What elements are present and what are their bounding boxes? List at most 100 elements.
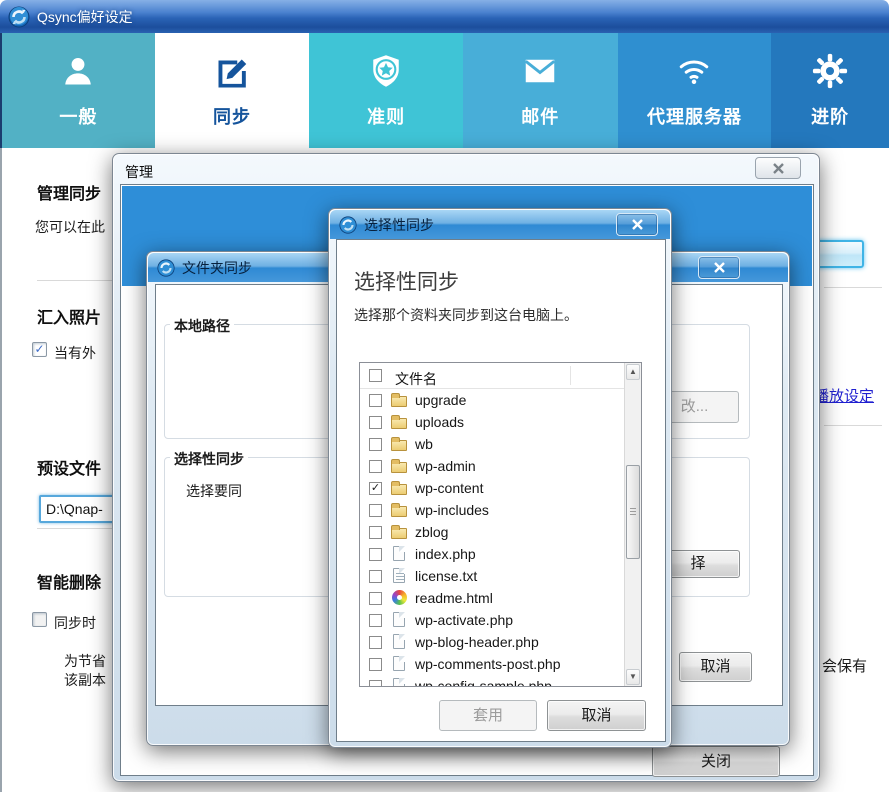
tab-sync[interactable]: 同步 — [155, 33, 310, 148]
list-item[interactable]: ✓ index.php — [360, 543, 624, 565]
row-checkbox[interactable]: ✓ — [369, 658, 382, 671]
tab-label: 邮件 — [521, 103, 559, 129]
folder-cancel-button[interactable]: 取消 — [679, 652, 752, 682]
file-name: wp-blog-header.php — [415, 634, 539, 650]
file-glyph — [393, 634, 405, 649]
list-item[interactable]: ✓ license.txt — [360, 565, 624, 587]
divider — [824, 425, 882, 426]
selective-sync-dialog: 选择性同步 选择性同步 选择那个资料夹同步到这台电脑上。 ✓ 文件名 ✓ upgr… — [328, 208, 672, 748]
scroll-up-icon[interactable]: ▲ — [626, 364, 640, 380]
note-line1: 为节省 — [64, 651, 106, 671]
file-name: license.txt — [415, 568, 477, 584]
list-item[interactable]: ✓ wp-config-sample.php — [360, 675, 624, 687]
list-item[interactable]: ✓wp-content — [360, 477, 624, 499]
column-divider — [570, 366, 571, 385]
tab-label: 进阶 — [811, 103, 849, 129]
selective-sync-title: 选择性同步 — [364, 215, 434, 235]
selective-sync-content: 选择性同步 选择那个资料夹同步到这台电脑上。 ✓ 文件名 ✓ upgrade ✓ up… — [336, 239, 666, 742]
row-checkbox[interactable]: ✓ — [369, 438, 382, 451]
txt-glyph — [393, 568, 405, 583]
list-item[interactable]: ✓wp-admin — [360, 455, 624, 477]
wifi-icon — [676, 53, 712, 89]
row-checkbox-checked[interactable]: ✓ — [369, 482, 382, 495]
tab-advanced[interactable]: 进阶 — [771, 33, 889, 148]
tab-general[interactable]: 一般 — [2, 33, 155, 148]
close-icon[interactable] — [616, 213, 658, 236]
list-item[interactable]: ✓ wp-blog-header.php — [360, 631, 624, 653]
default-folder-heading: 预设文件 — [37, 455, 101, 479]
playback-settings-link[interactable]: 播放设定 — [814, 385, 874, 406]
list-item[interactable]: ✓ uploads — [360, 411, 624, 433]
folder-glyph — [391, 418, 407, 429]
list-item[interactable]: ✓ wb — [360, 433, 624, 455]
folder-glyph — [391, 506, 407, 517]
list-item[interactable]: ✓ upgrade — [360, 389, 624, 411]
file-name: wp-includes — [415, 502, 489, 518]
list-item[interactable]: ✓readme.html — [360, 587, 624, 609]
import-photo-heading: 汇入照片 — [37, 304, 101, 328]
nav-tabs: 一般 同步 准则 邮件 代理服务器 — [0, 33, 889, 148]
row-checkbox[interactable]: ✓ — [369, 394, 382, 407]
apply-button[interactable]: 套用 — [439, 700, 537, 731]
tab-label: 准则 — [367, 103, 405, 129]
file-icon — [391, 634, 408, 650]
file-name: wb — [415, 436, 433, 452]
file-glyph — [393, 656, 405, 671]
file-name: wp-config-sample.php — [415, 678, 552, 687]
folder-icon — [391, 436, 408, 452]
folder-glyph — [391, 484, 407, 495]
mail-icon — [522, 53, 558, 89]
file-name: wp-activate.php — [415, 612, 513, 628]
row-checkbox[interactable]: ✓ — [369, 592, 382, 605]
compose-icon — [214, 53, 250, 89]
close-button[interactable]: 关闭 — [652, 746, 780, 777]
scroll-down-icon[interactable]: ▼ — [626, 669, 640, 685]
folder-glyph — [391, 462, 407, 473]
folder-icon — [391, 414, 408, 430]
file-name: wp-comments-post.php — [415, 656, 561, 672]
row-checkbox[interactable]: ✓ — [369, 636, 382, 649]
cancel-button[interactable]: 取消 — [547, 700, 646, 731]
list-item[interactable]: ✓zblog — [360, 521, 624, 543]
row-checkbox[interactable]: ✓ — [369, 526, 382, 539]
file-listbox: ✓ 文件名 ✓upgrade✓uploads✓wb✓wp-admin✓wp-co… — [359, 362, 642, 687]
row-checkbox[interactable]: ✓ — [369, 680, 382, 688]
file-name: uploads — [415, 414, 464, 430]
file-list-header-label: 文件名 — [395, 369, 437, 389]
folder-icon — [391, 480, 408, 496]
list-item[interactable]: ✓ wp-comments-post.php — [360, 653, 624, 675]
file-icon — [391, 678, 408, 687]
tab-mail[interactable]: 邮件 — [463, 33, 618, 148]
file-glyph — [393, 678, 405, 687]
selective-sync-description: 选择那个资料夹同步到这台电脑上。 — [354, 305, 578, 325]
list-item[interactable]: ✓ wp-includes — [360, 499, 624, 521]
close-icon[interactable] — [755, 157, 801, 179]
window-titlebar[interactable]: Qsync偏好设定 — [0, 0, 889, 33]
file-icon — [391, 546, 408, 562]
html-icon — [391, 590, 408, 606]
tab-proxy[interactable]: 代理服务器 — [618, 33, 772, 148]
row-checkbox[interactable]: ✓ — [369, 548, 382, 561]
tab-rules[interactable]: 准则 — [309, 33, 463, 148]
file-name: index.php — [415, 546, 476, 562]
import-photo-checkbox[interactable]: ✓ — [32, 342, 47, 357]
list-item[interactable]: ✓ wp-activate.php — [360, 609, 624, 631]
close-icon[interactable] — [698, 256, 740, 279]
row-checkbox[interactable]: ✓ — [369, 504, 382, 517]
user-icon — [60, 53, 96, 89]
scrollbar[interactable]: ▲ ▼ — [624, 363, 641, 686]
row-checkbox[interactable]: ✓ — [369, 614, 382, 627]
file-name: upgrade — [415, 392, 466, 408]
row-checkbox[interactable]: ✓ — [369, 570, 382, 583]
row-checkbox[interactable]: ✓ — [369, 416, 382, 429]
selective-sync-heading: 选择性同步 — [354, 266, 459, 296]
scrollbar-thumb[interactable] — [626, 465, 640, 559]
file-icon — [391, 612, 408, 628]
smart-delete-checkbox[interactable]: ✓ — [32, 612, 47, 627]
folder-glyph — [391, 528, 407, 539]
qsync-dialog-icon — [339, 216, 357, 234]
smart-delete-heading: 智能删除 — [37, 569, 101, 593]
select-all-checkbox[interactable]: ✓ — [369, 369, 382, 382]
local-path-group-label: 本地路径 — [170, 316, 234, 336]
row-checkbox[interactable]: ✓ — [369, 460, 382, 473]
